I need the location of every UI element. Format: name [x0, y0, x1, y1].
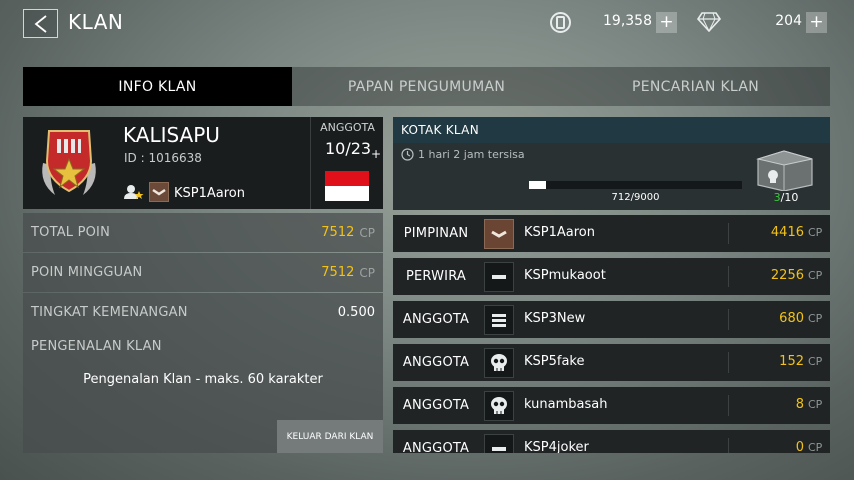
member-role: ANGGOTA — [402, 312, 470, 327]
skull-icon — [484, 391, 514, 421]
member-points: 0 — [795, 440, 804, 453]
clan-box-timer: 1 hari 2 jam tersisa — [401, 148, 525, 161]
member-points-unit: CP — [808, 269, 823, 282]
gem-balance: 204 — [775, 13, 802, 29]
member-name: KSP5fake — [524, 354, 585, 369]
clan-id: ID : 1016638 — [124, 151, 202, 165]
stat-unit: CP — [359, 265, 375, 280]
back-button[interactable] — [23, 9, 58, 38]
clan-box-panel: KOTAK KLAN 1 hari 2 jam tersisa 712/9000… — [393, 117, 830, 210]
member-row[interactable]: ANGGOTA KSP3New 680 CP — [393, 301, 830, 338]
stat-label: TOTAL POIN — [31, 225, 111, 240]
member-name: kunambasah — [524, 397, 608, 412]
top-bar: KLAN 19,358 + 204 + — [0, 0, 854, 46]
clan-box-title: KOTAK KLAN — [401, 123, 479, 137]
clan-leader-name: KSP1Aaron — [174, 186, 245, 201]
crate-icon[interactable] — [754, 149, 816, 191]
intro-text[interactable]: Pengenalan Klan - maks. 60 karakter — [23, 372, 383, 387]
member-name: KSPmukaoot — [524, 268, 606, 283]
diamond-icon — [697, 12, 721, 32]
member-points-unit: CP — [808, 398, 823, 411]
member-points: 680 — [779, 311, 804, 326]
add-gems-button[interactable]: + — [806, 12, 827, 33]
crate-count: 3/10 — [743, 191, 829, 204]
member-count: 10/23 — [325, 139, 372, 158]
stat-tingkat-kemenangan: TINGKAT KEMENANGAN 0.500 — [23, 293, 383, 332]
clan-card: KALISAPU ID : 1016638 KSP1Aaron ANGGOTA … — [23, 117, 383, 209]
member-points-unit: CP — [808, 441, 823, 453]
member-row[interactable]: ANGGOTA kunambasah 8 CP — [393, 387, 830, 424]
rank-chevron-icon — [149, 182, 169, 202]
clan-members-panel: KOTAK KLAN 1 hari 2 jam tersisa 712/9000… — [393, 117, 830, 453]
stat-label: POIN MINGGUAN — [31, 265, 143, 280]
clan-emblem-icon — [42, 130, 96, 195]
member-points: 2256 — [770, 268, 804, 283]
leader-icon — [124, 185, 144, 199]
member-role: ANGGOTA — [402, 398, 470, 413]
tab-bar: INFO KLAN PAPAN PENGUMUMAN PENCARIAN KLA… — [23, 67, 830, 106]
stat-value: 7512 — [321, 265, 355, 280]
member-role: ANGGOTA — [402, 355, 470, 370]
member-points-unit: CP — [808, 226, 823, 239]
stat-value: 7512 — [321, 225, 355, 240]
member-name: KSP1Aaron — [524, 225, 595, 240]
add-coins-button[interactable]: + — [656, 12, 677, 33]
stat-poin-mingguan: POIN MINGGUAN 7512 CP — [23, 253, 383, 292]
crate-current: 3 — [773, 191, 781, 204]
clan-box-progress-text: 712/9000 — [611, 192, 660, 203]
member-row[interactable]: ANGGOTA KSP4joker 0 CP — [393, 430, 830, 453]
skull-icon — [484, 348, 514, 378]
clan-intro-box: PENGENALAN KLAN Pengenalan Klan - maks. … — [23, 332, 383, 453]
coin-balance: 19,358 — [603, 13, 652, 29]
timer-text: 1 hari 2 jam tersisa — [418, 148, 525, 161]
member-label: ANGGOTA — [320, 121, 375, 134]
member-plus-icon[interactable]: + — [371, 147, 381, 161]
stat-value: 0.500 — [337, 305, 375, 320]
member-name: KSP4joker — [524, 440, 589, 453]
rank-bar-icon — [484, 434, 514, 453]
member-count-box: ANGGOTA 10/23 + — [310, 117, 383, 209]
clan-name: KALISAPU — [123, 123, 220, 147]
member-row[interactable]: ANGGOTA KSP5fake 152 CP — [393, 344, 830, 381]
tab-info-klan[interactable]: INFO KLAN — [23, 67, 292, 106]
clan-info-panel: KALISAPU ID : 1016638 KSP1Aaron ANGGOTA … — [23, 117, 383, 453]
member-row[interactable]: PERWIRA KSPmukaoot 2256 CP — [393, 258, 830, 295]
coin-icon — [550, 12, 571, 33]
page-title: KLAN — [68, 10, 124, 34]
member-points: 152 — [779, 354, 804, 369]
clan-box-progress-bar — [529, 181, 742, 189]
chevron-left-icon — [34, 14, 47, 33]
member-role: ANGGOTA — [402, 441, 470, 453]
leave-clan-button[interactable]: KELUAR DARI KLAN — [277, 420, 383, 453]
stat-label: TINGKAT KEMENANGAN — [31, 305, 188, 320]
member-points-unit: CP — [808, 355, 823, 368]
member-role: PERWIRA — [405, 269, 467, 284]
stat-total-poin: TOTAL POIN 7512 CP — [23, 213, 383, 252]
rank-bar-icon — [484, 262, 514, 292]
tab-pencarian-klan[interactable]: PENCARIAN KLAN — [561, 67, 830, 106]
intro-label: PENGENALAN KLAN — [31, 339, 162, 354]
member-points: 4416 — [770, 225, 804, 240]
clock-icon — [401, 148, 414, 161]
indonesia-flag — [325, 171, 369, 201]
tab-papan-pengumuman[interactable]: PAPAN PENGUMUMAN — [292, 67, 561, 106]
member-name: KSP3New — [524, 311, 586, 326]
progress-fill — [529, 181, 546, 189]
crate-total: /10 — [780, 191, 799, 204]
stat-unit: CP — [359, 225, 375, 240]
member-points: 8 — [795, 397, 804, 412]
rank-chevron-icon — [484, 219, 514, 249]
member-row[interactable]: PIMPINAN KSP1Aaron 4416 CP — [393, 215, 830, 252]
rank-bars-icon — [484, 305, 514, 335]
member-points-unit: CP — [808, 312, 823, 325]
member-role: PIMPINAN — [403, 226, 469, 241]
